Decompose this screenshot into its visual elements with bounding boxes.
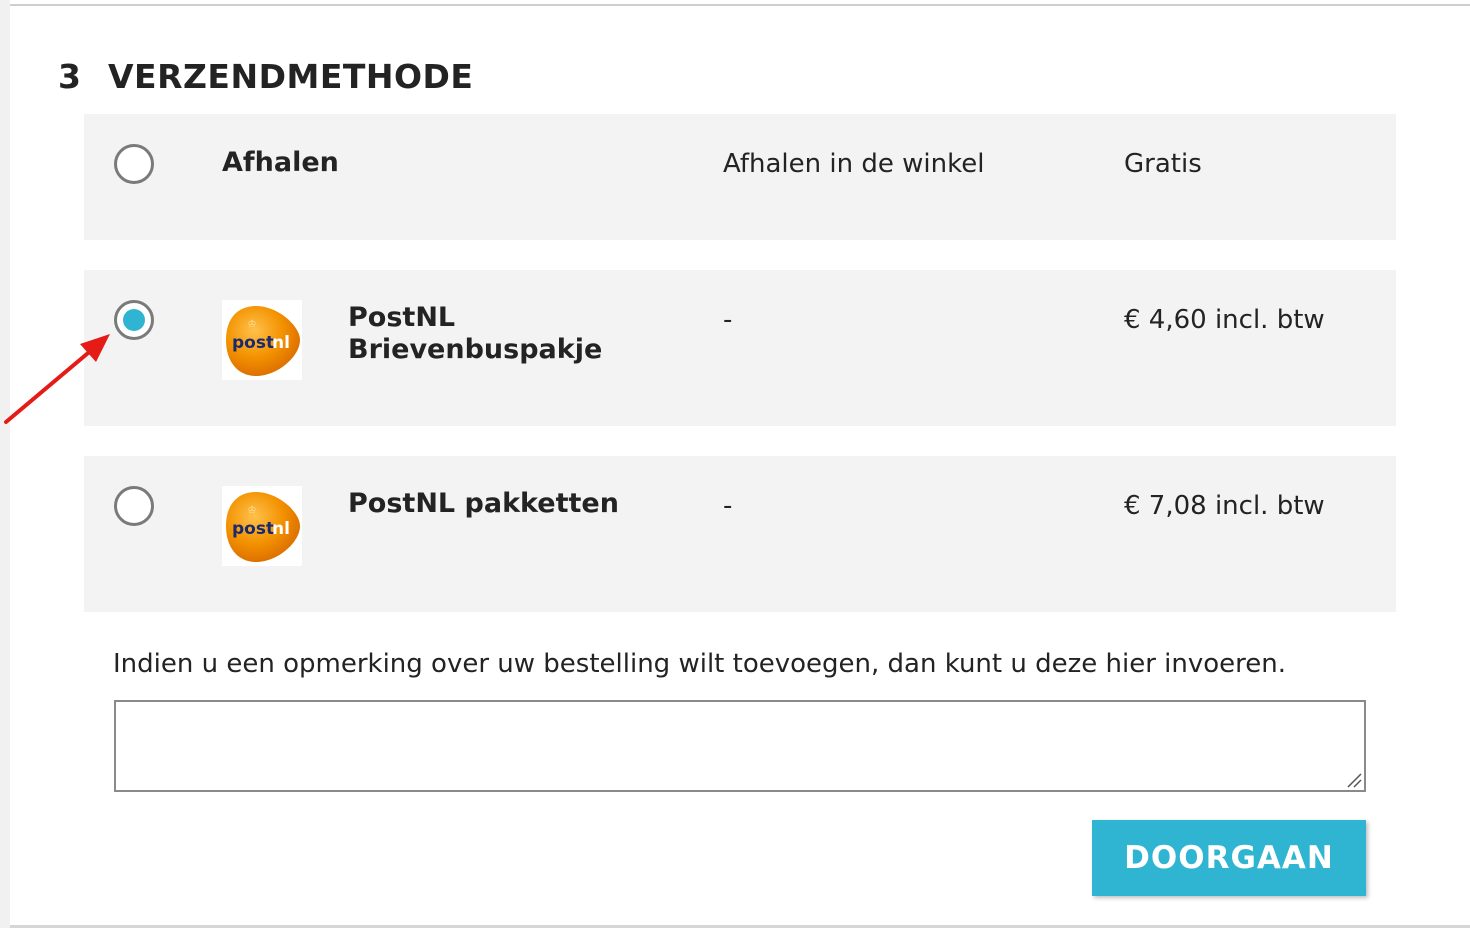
step-header: 3 VERZENDMETHODE — [58, 54, 473, 98]
svg-text:♔: ♔ — [248, 505, 257, 516]
checkout-page: 3 VERZENDMETHODE Afhalen Afhalen in de w… — [0, 0, 1470, 928]
postnl-logo-icon: ♔ post nl — [222, 486, 302, 566]
delivery-option-radio[interactable] — [114, 144, 154, 184]
delivery-option-postnl-brievenbuspakje[interactable]: ♔ post nl PostNL Brievenbuspakje - € 4,6… — [84, 270, 1396, 426]
delivery-option-radio-selected[interactable] — [114, 300, 154, 340]
carrier-price: Gratis — [1124, 149, 1202, 179]
left-gutter — [0, 0, 10, 928]
comment-label: Indien u een opmerking over uw bestellin… — [113, 649, 1287, 679]
continue-button[interactable]: DOORGAAN — [1092, 820, 1366, 896]
carrier-name: PostNL pakketten — [348, 488, 619, 519]
svg-text:nl: nl — [272, 333, 290, 353]
svg-text:♔: ♔ — [248, 319, 257, 330]
svg-text:nl: nl — [272, 519, 290, 539]
carrier-name-line2: Brievenbuspakje — [348, 334, 603, 365]
carrier-name-line1: PostNL — [348, 302, 456, 333]
resize-grip-icon[interactable] — [1346, 772, 1362, 788]
carrier-name: Afhalen — [222, 147, 339, 178]
annotation-arrow-icon — [4, 334, 110, 424]
carrier-price: € 4,60 incl. btw — [1124, 305, 1325, 335]
section-top-divider — [10, 4, 1470, 6]
postnl-logo-icon: ♔ post nl — [222, 300, 302, 380]
order-comment-textarea[interactable] — [114, 700, 1366, 792]
carrier-delay: - — [723, 491, 733, 521]
carrier-price: € 7,08 incl. btw — [1124, 491, 1325, 521]
carrier-delay: Afhalen in de winkel — [723, 149, 985, 179]
delivery-option-afhalen[interactable]: Afhalen Afhalen in de winkel Gratis — [84, 114, 1396, 240]
svg-text:post: post — [232, 519, 274, 539]
carrier-delay: - — [723, 305, 733, 335]
svg-text:post: post — [232, 333, 274, 353]
step-title: VERZENDMETHODE — [108, 56, 474, 96]
delivery-option-postnl-pakketten[interactable]: ♔ post nl PostNL pakketten - € 7,08 incl… — [84, 456, 1396, 612]
delivery-option-radio[interactable] — [114, 486, 154, 526]
step-number: 3 — [58, 56, 82, 96]
